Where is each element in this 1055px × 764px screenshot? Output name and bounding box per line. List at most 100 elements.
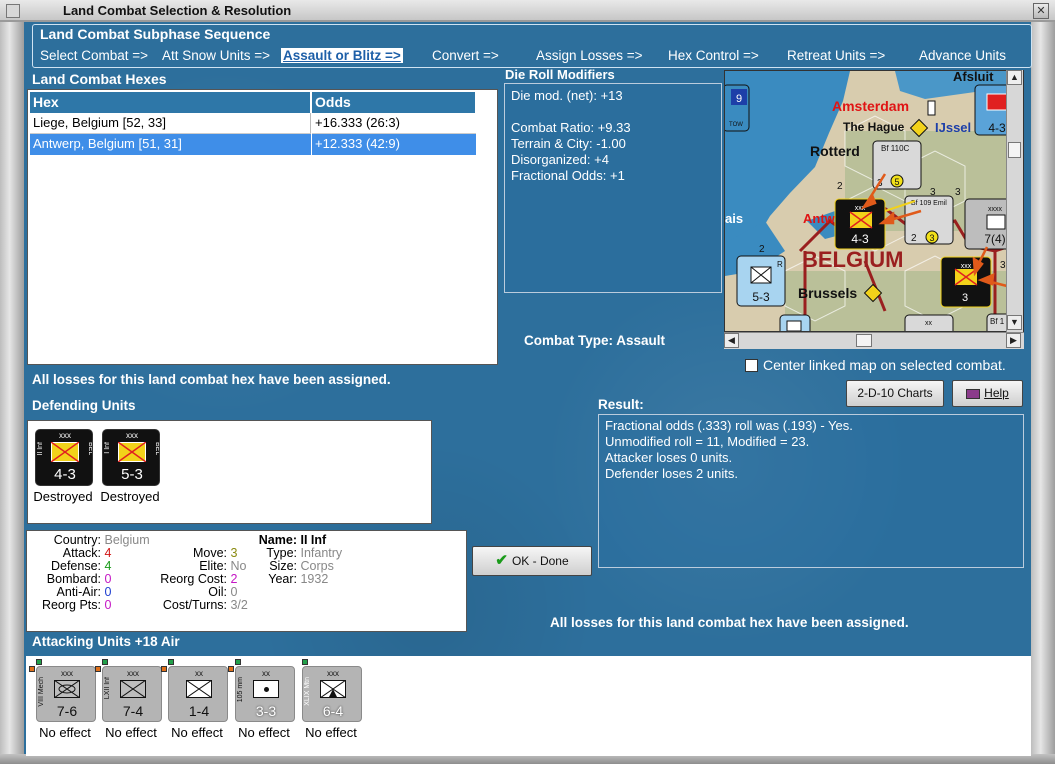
map-label-the-hague: The Hague	[843, 120, 905, 134]
unit-nation-label: BEL	[154, 442, 160, 456]
unit-value: 5-3	[121, 466, 143, 483]
info-move: Move: 3	[192, 546, 238, 560]
help-book-icon	[966, 388, 981, 399]
map-unit-air-bf109[interactable]: Bf 109 Emil 2 3	[904, 195, 954, 245]
result-panel: Fractional odds (.333) roll was (.193) -…	[598, 414, 1024, 568]
port-marker-amsterdam[interactable]	[927, 100, 936, 116]
terrain-city: Terrain & City: -1.00	[511, 136, 626, 151]
map-label-brussels: Brussels	[798, 285, 857, 301]
infantry-symbol-icon	[120, 680, 146, 698]
subphase-sequence: Select Combat => Att Snow Units => Assau…	[40, 48, 1030, 64]
scroll-thumb-horizontal[interactable]	[856, 334, 872, 347]
scroll-right-button[interactable]: ▶	[1006, 333, 1021, 348]
scroll-up-button[interactable]: ▲	[1007, 70, 1022, 85]
center-map-checkbox[interactable]	[745, 359, 758, 372]
center-map-label[interactable]: Center linked map on selected combat.	[763, 357, 1006, 373]
map-unit-vii-inf-value: 5-3	[752, 290, 770, 304]
info-defense: Defense: 4	[50, 559, 112, 573]
close-button[interactable]: ✕	[1033, 3, 1049, 19]
die-mod-net: Die mod. (net): +13	[511, 88, 623, 103]
map-label-afsluit: Afsluit	[953, 71, 994, 84]
help-button-label: Help	[984, 386, 1009, 400]
result-line: Defender loses 2 units.	[605, 466, 738, 481]
window-icon[interactable]	[6, 4, 20, 18]
map-horizontal-scrollbar[interactable]: ◀ ▶	[724, 332, 1024, 349]
infantry-symbol-icon	[51, 442, 79, 462]
hex-table: Hex Odds Liege, Belgium [52, 33] +16.333…	[30, 92, 476, 155]
info-type: Type: Infantry	[266, 546, 343, 560]
subphase-retreat-units[interactable]: Retreat Units =>	[787, 48, 885, 63]
unit-size-label: xx	[195, 669, 203, 678]
attacking-unit-xlix-mtn[interactable]: xxx XLIX Mtn 6-4	[302, 659, 362, 722]
result-line: Fractional odds (.333) roll was (.193) -…	[605, 418, 853, 433]
unit-nation-label: BEL	[87, 442, 93, 456]
ok-done-label: OK - Done	[511, 554, 569, 568]
map-unit-vii-inf-r: R	[777, 260, 783, 269]
table-row[interactable]: Liege, Belgium [52, 33] +16.333 (26:3)	[30, 113, 476, 134]
unit-name-label: II Inf	[37, 442, 44, 456]
status-dot-orange	[95, 666, 101, 672]
info-reorg-cost: Reorg Cost: 2	[160, 572, 238, 586]
info-cost-turns: Cost/Turns: 3/2	[162, 598, 248, 612]
attacking-unit-status: No effect	[39, 725, 91, 740]
column-header-odds[interactable]: Odds	[312, 92, 476, 113]
land-combat-hexes-title: Land Combat Hexes	[32, 71, 167, 87]
subphase-advance-units[interactable]: Advance Units	[919, 48, 1006, 63]
fractional-odds: Fractional Odds: +1	[511, 168, 625, 183]
attacking-unit-xx-inf[interactable]: xx 1-4	[161, 659, 228, 722]
subphase-assign-losses[interactable]: Assign Losses =>	[536, 48, 643, 63]
map-unit-fortress-value: 7(4)	[984, 232, 1005, 246]
die-roll-spacer	[511, 104, 715, 120]
linked-map[interactable]: Amsterdam The Hague IJssel Rotterd ais A…	[724, 70, 1024, 332]
map-unit-bottom-left[interactable]	[779, 314, 811, 332]
map-label-rotterdam: Rotterd	[810, 143, 860, 159]
help-button[interactable]: Help	[952, 380, 1023, 407]
mountain-symbol-icon	[320, 680, 346, 698]
map-unit-bottom-xx[interactable]: xx	[904, 314, 954, 332]
attacking-unit-viii-mech[interactable]: xxx VIII Mech 7-6	[29, 659, 96, 722]
hex-cell: Antwerp, Belgium [51, 31]	[30, 134, 311, 155]
status-dot-green	[302, 659, 308, 665]
column-header-hex[interactable]: Hex	[30, 92, 311, 113]
map-label-ais: ais	[725, 211, 743, 226]
map-air1-name: Bf 110C	[881, 144, 910, 153]
combat-type-value: Assault	[616, 333, 666, 348]
unit-size-label: xxx	[59, 431, 71, 440]
defending-unit-i-inf[interactable]: xxx I Inf BEL 5-3	[102, 429, 160, 486]
defending-unit-status: Destroyed	[100, 489, 160, 504]
scroll-left-button[interactable]: ◀	[724, 333, 739, 348]
mech-symbol-icon	[54, 680, 80, 698]
table-row-selected[interactable]: Antwerp, Belgium [51, 31] +12.333 (42:9)	[30, 134, 476, 155]
subphase-assault-or-blitz[interactable]: Assault or Blitz =>	[281, 48, 403, 63]
disorganized: Disorganized: +4	[511, 152, 609, 167]
attacking-unit-status: No effect	[105, 725, 157, 740]
attacking-unit-lxii-inf[interactable]: xxx LXII Inf 7-4	[95, 659, 162, 722]
unit-value: 6-4	[322, 703, 344, 719]
attacking-unit-status: No effect	[238, 725, 290, 740]
subphase-hex-control[interactable]: Hex Control =>	[668, 48, 759, 63]
map-stack-2: 2	[837, 181, 843, 192]
subphase-att-snow-units[interactable]: Att Snow Units =>	[162, 48, 270, 63]
hex-table-header: Hex Odds	[30, 92, 476, 113]
map-unit-tow[interactable]: 9 TOW	[725, 84, 750, 132]
subphase-select-combat[interactable]: Select Combat =>	[40, 48, 148, 63]
subphase-convert[interactable]: Convert =>	[432, 48, 499, 63]
unit-name-label: XLIX Mtn	[304, 677, 311, 706]
ok-done-button[interactable]: ✔ OK - Done	[472, 546, 592, 576]
attacking-unit-status: No effect	[305, 725, 357, 740]
map-unit-dutch-value: 4-3	[988, 121, 1006, 135]
map-vertical-scrollbar[interactable]: ▲ ▼	[1006, 70, 1023, 332]
losses-assigned-message: All losses for this land combat hex have…	[32, 372, 391, 387]
scroll-down-button[interactable]: ▼	[1007, 315, 1022, 330]
unit-name-label: 105 mm	[237, 677, 244, 703]
result-line: Unmodified roll = 11, Modified = 23.	[605, 434, 810, 449]
map-canvas: Amsterdam The Hague IJssel Rotterd ais A…	[725, 71, 1023, 332]
map-stack-3b: 3	[930, 187, 936, 198]
unit-info-panel: Country: Belgium Attack: 4 Defense: 4 Bo…	[26, 530, 467, 632]
defending-unit-ii-inf[interactable]: xxx II Inf BEL 4-3	[35, 429, 93, 486]
scroll-thumb-vertical[interactable]	[1008, 142, 1021, 158]
die-roll-modifiers-panel: Die mod. (net): +13 Combat Ratio: +9.33 …	[504, 83, 722, 293]
attacking-unit-status: No effect	[171, 725, 223, 740]
charts-button[interactable]: 2-D-10 Charts	[846, 380, 944, 407]
attacking-unit-105mm-artillery[interactable]: xx 105 mm 3-3	[228, 659, 295, 722]
